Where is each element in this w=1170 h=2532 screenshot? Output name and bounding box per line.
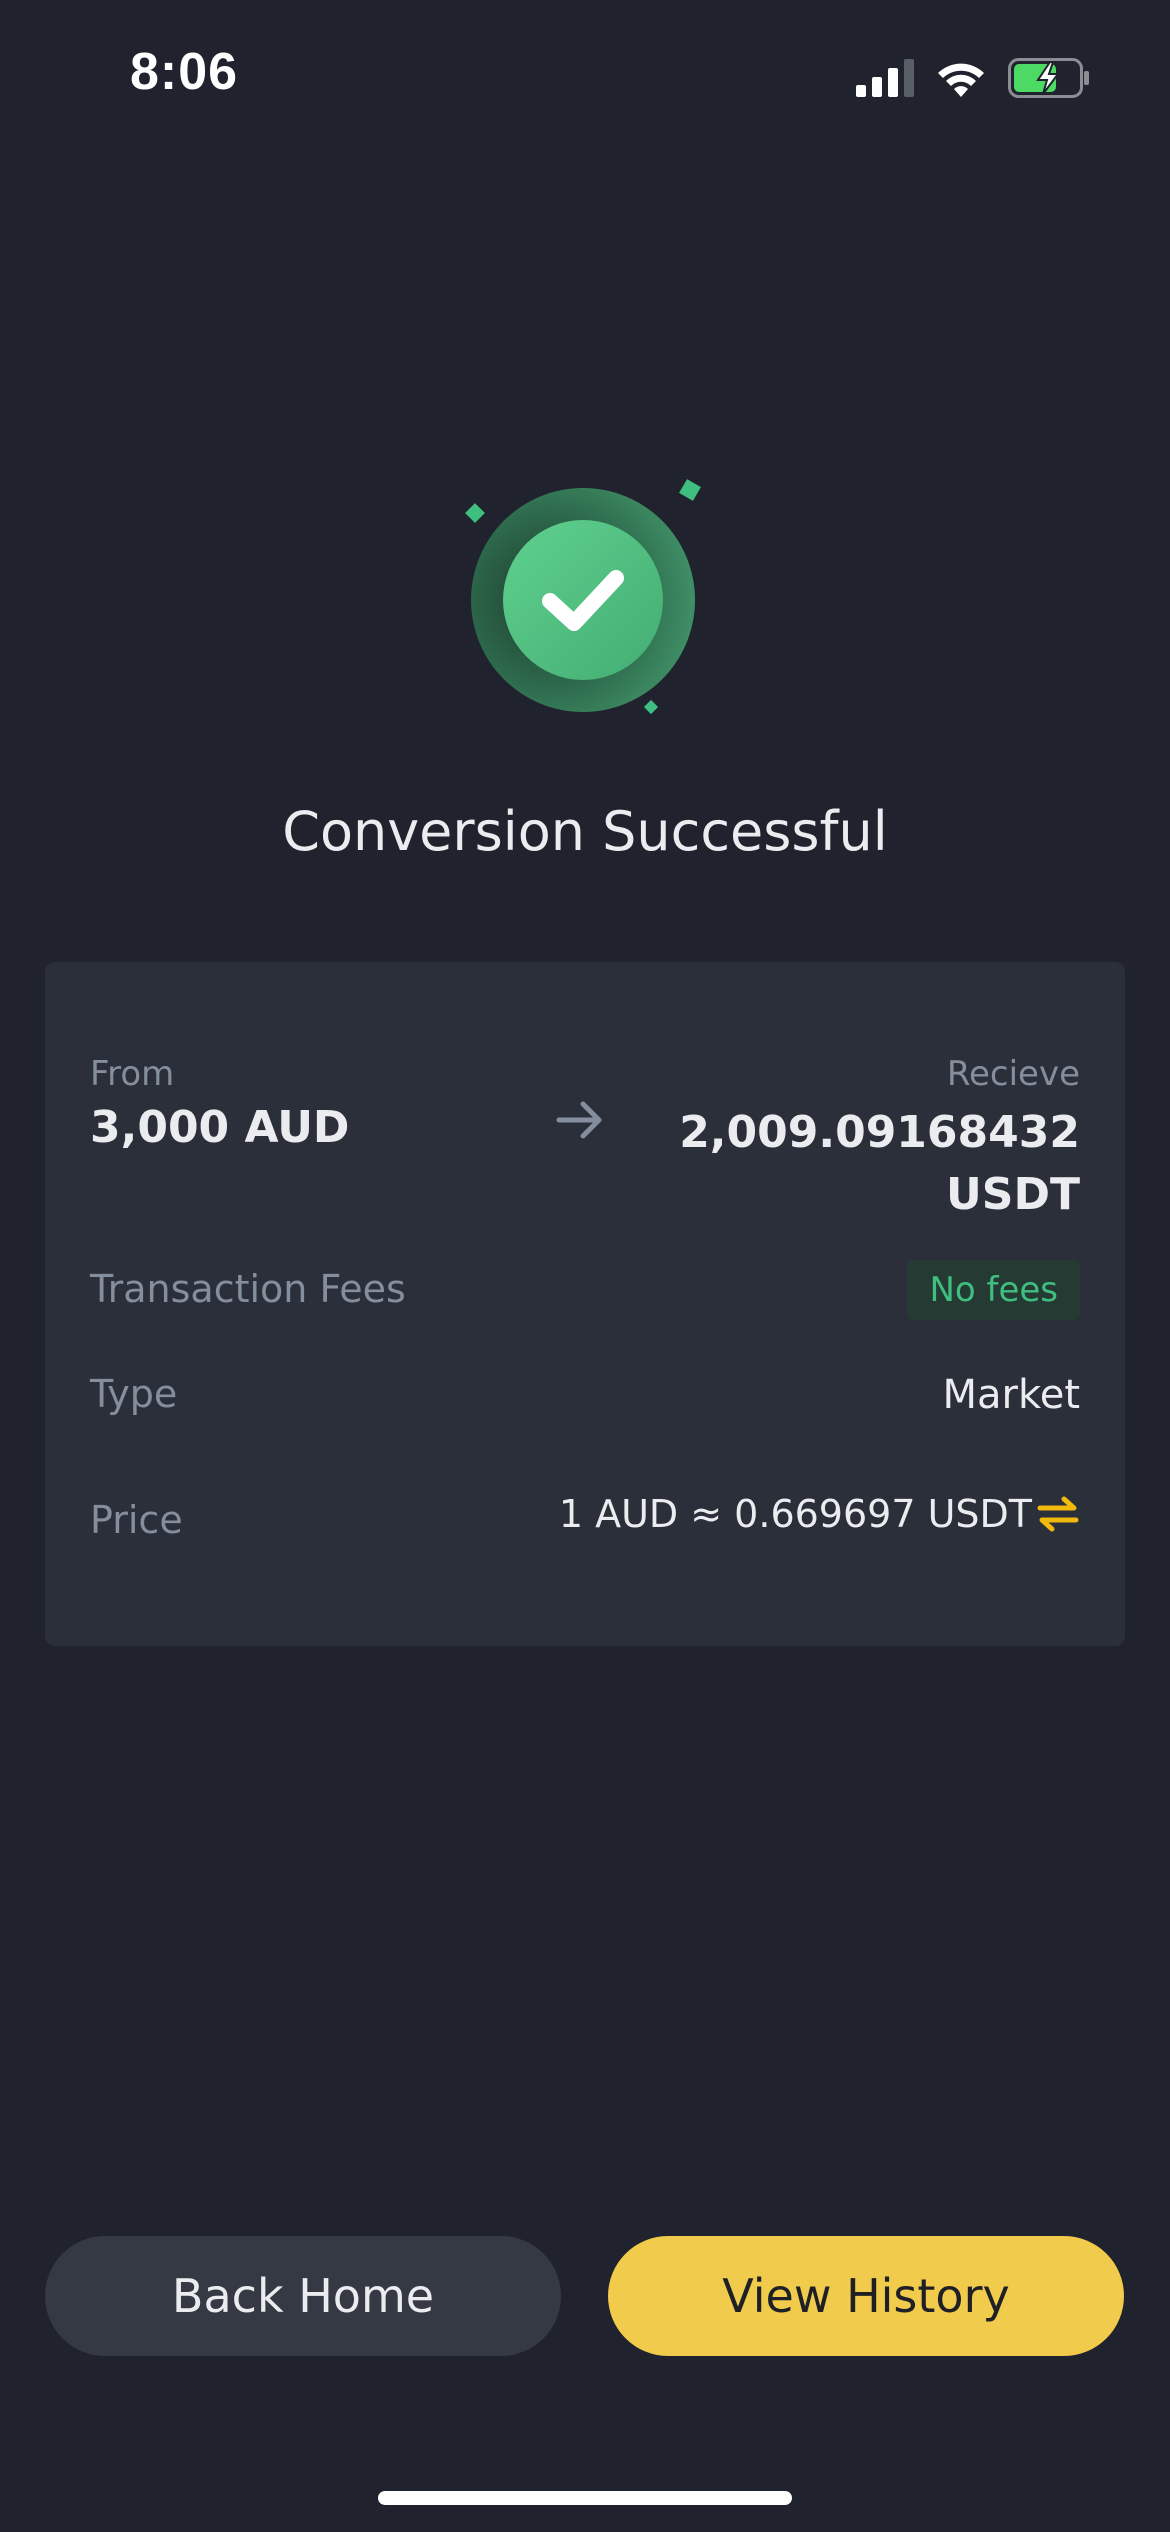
transaction-fees-label: Transaction Fees [90,1267,406,1311]
from-label: From [90,1054,175,1094]
view-history-button[interactable]: View History [608,2236,1124,2356]
success-check-badge [450,470,720,740]
type-value: Market [942,1372,1081,1418]
battery-charging-icon [1008,58,1089,98]
status-icons [856,54,1090,102]
price-row: 1 AUD ≈ 0.669697 USDT [559,1492,1080,1536]
status-time: 8:06 [130,43,239,101]
price-value: 1 AUD ≈ 0.669697 USDT [558,1492,1032,1536]
wifi-icon [938,63,984,97]
arrow-right-icon [556,1101,602,1139]
cellular-signal-icon [856,59,914,97]
check-circle-icon [465,479,701,715]
receive-label: Recieve [946,1054,1080,1094]
status-bar: 8:06 [0,0,1170,150]
receive-amount: 2,009.09168432 USDT [679,1107,1080,1220]
home-indicator[interactable] [378,2491,792,2505]
conversion-summary-card: From 3,000 AUD Recieve 2,009.09168432 US… [45,962,1125,1646]
no-fees-badge: No fees [907,1260,1080,1320]
page-title: Conversion Successful [282,800,888,863]
type-label: Type [90,1372,178,1416]
swap-arrows-icon[interactable] [1036,1492,1080,1536]
from-amount: 3,000 AUD [90,1102,350,1153]
price-label: Price [90,1498,183,1542]
back-home-button[interactable]: Back Home [45,2236,561,2356]
